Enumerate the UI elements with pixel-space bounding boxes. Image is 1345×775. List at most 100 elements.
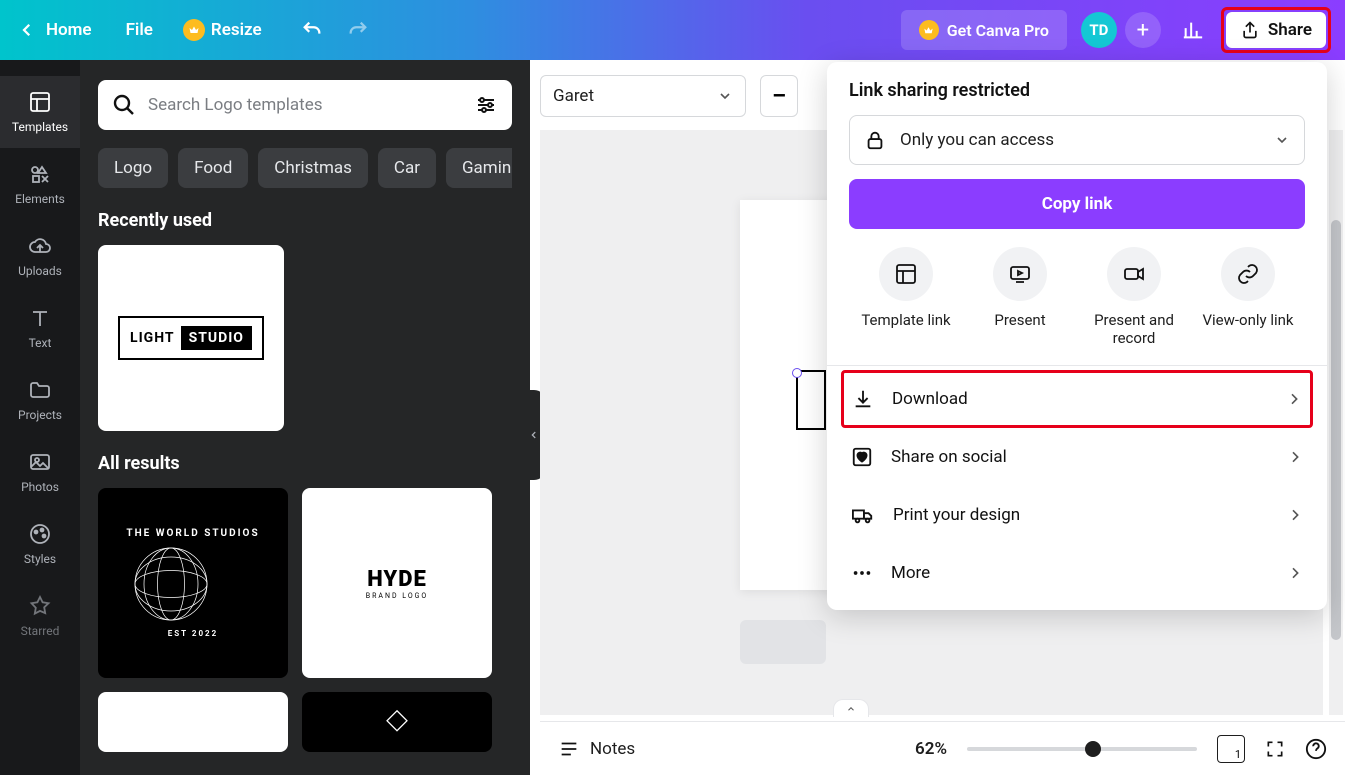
template-world-studios[interactable]: THE WORLD STUDIOS EST 2022 bbox=[98, 488, 288, 678]
print-design-button[interactable]: Print your design bbox=[849, 486, 1305, 544]
chevron-right-icon bbox=[1287, 507, 1303, 523]
filter-chips: Logo Food Christmas Car Gaming bbox=[98, 148, 512, 188]
styles-icon bbox=[28, 522, 52, 546]
fullscreen-button[interactable] bbox=[1265, 739, 1285, 759]
font-selector[interactable]: Garet bbox=[540, 75, 746, 117]
lock-icon bbox=[864, 129, 886, 151]
rail-label: Projects bbox=[18, 408, 62, 422]
search-bar[interactable] bbox=[98, 80, 512, 130]
share-opt-label: Template link bbox=[861, 311, 950, 329]
share-title: Link sharing restricted bbox=[849, 80, 1305, 101]
rail-label: Text bbox=[29, 336, 52, 350]
copy-link-button[interactable]: Copy link bbox=[849, 179, 1305, 229]
filter-icon[interactable] bbox=[474, 93, 498, 117]
chevron-down-icon bbox=[1274, 132, 1290, 148]
rail-text[interactable]: Text bbox=[0, 292, 80, 364]
rail-starred[interactable]: Starred bbox=[0, 580, 80, 652]
rail-uploads[interactable]: Uploads bbox=[0, 220, 80, 292]
vertical-scrollbar[interactable] bbox=[1329, 130, 1343, 715]
template-item[interactable] bbox=[98, 692, 288, 752]
zoom-slider-handle[interactable] bbox=[1085, 741, 1101, 757]
share-on-social-button[interactable]: Share on social bbox=[849, 428, 1305, 486]
rail-templates[interactable]: Templates bbox=[0, 76, 80, 148]
template-text: THE WORLD STUDIOS bbox=[126, 528, 259, 539]
user-avatar[interactable]: TD bbox=[1081, 12, 1117, 48]
download-icon bbox=[852, 388, 874, 410]
chevron-right-icon bbox=[1286, 391, 1302, 407]
chip-christmas[interactable]: Christmas bbox=[258, 148, 368, 188]
expand-pages-button[interactable] bbox=[833, 699, 869, 717]
rail-photos[interactable]: Photos bbox=[0, 436, 80, 508]
search-input[interactable] bbox=[148, 95, 462, 115]
share-popover: Link sharing restricted Only you can acc… bbox=[827, 62, 1327, 610]
get-pro-button[interactable]: Get Canva Pro bbox=[901, 10, 1067, 50]
template-text: HYDE bbox=[366, 567, 429, 592]
share-button[interactable]: Share bbox=[1226, 12, 1326, 48]
crown-icon bbox=[183, 19, 205, 41]
topbar: Home File Resize Get Canva Pro TD + Shar… bbox=[0, 0, 1345, 60]
resize-button[interactable]: Resize bbox=[183, 19, 262, 41]
download-button[interactable]: Download bbox=[841, 370, 1313, 428]
notes-button[interactable]: Notes bbox=[558, 738, 635, 760]
text-icon bbox=[28, 306, 52, 330]
template-text: BRAND LOGO bbox=[366, 592, 429, 600]
chip-gaming[interactable]: Gaming bbox=[446, 148, 512, 188]
rail-label: Starred bbox=[21, 624, 60, 638]
chip-logo[interactable]: Logo bbox=[98, 148, 168, 188]
templates-icon bbox=[28, 90, 52, 114]
zoom-level[interactable]: 62% bbox=[915, 739, 947, 759]
get-pro-label: Get Canva Pro bbox=[947, 21, 1049, 40]
heart-icon bbox=[851, 446, 873, 468]
share-template-link[interactable]: Template link bbox=[851, 247, 961, 347]
zoom-slider[interactable] bbox=[967, 747, 1197, 751]
side-rail: Templates Elements Uploads Text Projects… bbox=[0, 60, 80, 775]
share-present-record[interactable]: Present and record bbox=[1079, 247, 1189, 347]
selection-handle[interactable] bbox=[792, 368, 802, 378]
rail-label: Elements bbox=[15, 192, 65, 206]
undo-button[interactable] bbox=[298, 19, 326, 41]
resize-label: Resize bbox=[211, 20, 262, 40]
chip-food[interactable]: Food bbox=[178, 148, 248, 188]
rail-projects[interactable]: Projects bbox=[0, 364, 80, 436]
template-light-studio[interactable]: LIGHTSTUDIO bbox=[98, 245, 284, 431]
help-button[interactable] bbox=[1305, 738, 1327, 760]
rail-styles[interactable]: Styles bbox=[0, 508, 80, 580]
template-icon bbox=[894, 262, 918, 286]
add-member-button[interactable]: + bbox=[1125, 12, 1161, 48]
notes-label: Notes bbox=[590, 739, 635, 759]
page-count-badge[interactable]: 1 bbox=[1217, 735, 1245, 763]
access-label: Only you can access bbox=[900, 130, 1054, 150]
font-name: Garet bbox=[553, 86, 594, 106]
font-size-decrease[interactable]: – bbox=[760, 75, 798, 117]
search-icon bbox=[112, 93, 136, 117]
chip-car[interactable]: Car bbox=[378, 148, 436, 188]
rail-label: Photos bbox=[21, 480, 59, 494]
redo-button[interactable] bbox=[344, 19, 372, 41]
template-item[interactable] bbox=[302, 692, 492, 752]
access-selector[interactable]: Only you can access bbox=[849, 115, 1305, 165]
template-hyde[interactable]: HYDE BRAND LOGO bbox=[302, 488, 492, 678]
templates-panel: Logo Food Christmas Car Gaming Recently … bbox=[80, 60, 530, 775]
projects-icon bbox=[28, 378, 52, 402]
recently-used-heading: Recently used bbox=[98, 210, 512, 231]
rail-label: Uploads bbox=[18, 264, 62, 278]
rail-label: Templates bbox=[12, 120, 68, 134]
insights-button[interactable] bbox=[1173, 10, 1213, 50]
add-page-button[interactable] bbox=[740, 620, 826, 664]
more-button[interactable]: More bbox=[849, 544, 1305, 602]
share-social-label: Share on social bbox=[891, 447, 1007, 467]
home-link[interactable]: Home bbox=[46, 20, 92, 40]
share-present[interactable]: Present bbox=[965, 247, 1075, 347]
photos-icon bbox=[28, 450, 52, 474]
share-opt-label: Present bbox=[994, 311, 1045, 329]
record-icon bbox=[1122, 262, 1146, 286]
share-view-only[interactable]: View-only link bbox=[1193, 247, 1303, 347]
notes-icon bbox=[558, 738, 580, 760]
back-icon[interactable] bbox=[14, 17, 40, 43]
truck-icon bbox=[851, 504, 875, 526]
present-icon bbox=[1008, 262, 1032, 286]
download-label: Download bbox=[892, 389, 968, 409]
rail-elements[interactable]: Elements bbox=[0, 148, 80, 220]
file-menu[interactable]: File bbox=[126, 20, 153, 40]
canvas-element[interactable] bbox=[796, 370, 826, 430]
